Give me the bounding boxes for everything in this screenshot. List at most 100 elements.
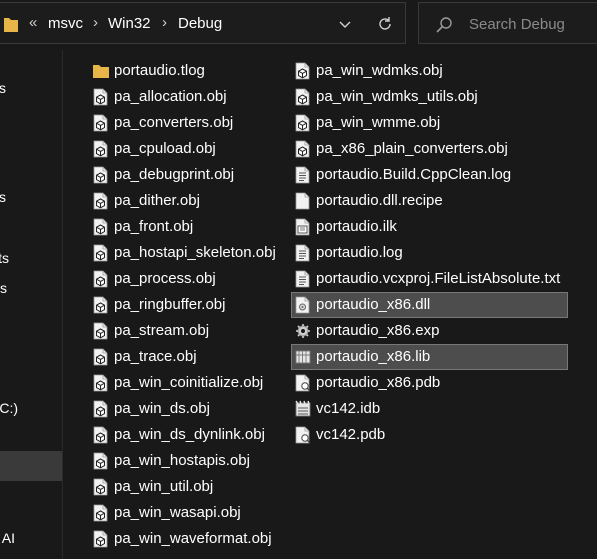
file-name: pa_win_util.obj — [114, 478, 214, 495]
file-item[interactable]: pa_x86_plain_converters.obj — [291, 136, 568, 162]
file-item[interactable]: portaudio_x86.lib — [291, 344, 568, 370]
overflow-chevron[interactable]: « — [29, 14, 37, 31]
file-name: pa_allocation.obj — [114, 88, 227, 105]
chevron-down-icon[interactable] — [332, 11, 358, 37]
folder-icon — [93, 62, 109, 80]
file-list: portaudio.tlog pa_allocation.obj pa_conver… — [63, 50, 597, 559]
file-item[interactable]: portaudio_x86.exp — [291, 318, 568, 344]
file-name: portaudio.dll.recipe — [316, 192, 443, 209]
file-name: vc142.pdb — [316, 426, 386, 443]
file-item[interactable]: pa_dither.obj — [89, 188, 285, 214]
search-box[interactable]: Search Debug — [418, 2, 597, 44]
file-item[interactable]: pa_ringbuffer.obj — [89, 292, 285, 318]
file-item[interactable]: pa_converters.obj — [89, 110, 285, 136]
breadcrumb-separator[interactable]: › — [162, 14, 167, 31]
text-file-icon — [295, 244, 311, 262]
file-name: pa_dither.obj — [114, 192, 200, 209]
obj-file-icon — [295, 114, 311, 132]
file-item[interactable]: portaudio.tlog — [89, 58, 285, 84]
pdb-file-icon — [295, 426, 311, 444]
ilk-file-icon — [295, 218, 311, 236]
obj-file-icon — [295, 88, 311, 106]
obj-file-icon — [93, 452, 109, 470]
file-item[interactable]: portaudio.vcxproj.FileListAbsolute.txt — [291, 266, 568, 292]
address-bar[interactable]: « msvc › Win32 › Debug — [0, 2, 406, 44]
file-item[interactable]: portaudio.dll.recipe — [291, 188, 568, 214]
file-item[interactable]: pa_win_waveformat.obj — [89, 526, 285, 552]
file-item[interactable]: portaudio.log — [291, 240, 568, 266]
refresh-icon[interactable] — [372, 11, 398, 37]
top-bar: « msvc › Win32 › Debug Search Debug — [0, 0, 597, 50]
obj-file-icon — [93, 504, 109, 522]
file-item[interactable]: pa_trace.obj — [89, 344, 285, 370]
file-item[interactable]: pa_front.obj — [89, 214, 285, 240]
file-item[interactable]: pa_allocation.obj — [89, 84, 285, 110]
file-name: pa_trace.obj — [114, 348, 197, 365]
breadcrumb-debug[interactable]: Debug — [178, 15, 222, 32]
breadcrumb-separator[interactable]: › — [93, 14, 98, 31]
text-file-icon — [295, 270, 311, 288]
nav-item[interactable]: AI — [0, 526, 62, 552]
text-file-icon — [295, 166, 311, 184]
breadcrumb-win32[interactable]: Win32 — [108, 15, 151, 32]
file-name: pa_win_waveformat.obj — [114, 530, 272, 547]
file-item[interactable]: pa_win_ds_dynlink.obj — [89, 422, 285, 448]
file-name: pa_debugprint.obj — [114, 166, 235, 183]
file-name: portaudio.vcxproj.FileListAbsolute.txt — [316, 270, 561, 287]
file-item[interactable]: vc142.idb — [291, 396, 568, 422]
obj-file-icon — [93, 400, 109, 418]
file-item[interactable]: pa_win_wmme.obj — [291, 110, 568, 136]
file-name: portaudio.tlog — [114, 62, 205, 79]
file-item[interactable]: pa_stream.obj — [89, 318, 285, 344]
file-item[interactable]: vc142.pdb — [291, 422, 568, 448]
file-name: pa_process.obj — [114, 270, 216, 287]
file-name: portaudio.Build.CppClean.log — [316, 166, 512, 183]
obj-file-icon — [93, 296, 109, 314]
obj-file-icon — [93, 374, 109, 392]
file-name: portaudio.log — [316, 244, 403, 261]
file-item[interactable]: portaudio_x86.dll — [291, 292, 568, 318]
file-item[interactable]: pa_win_wdmks.obj — [291, 58, 568, 84]
file-name: portaudio.ilk — [316, 218, 397, 235]
file-item[interactable]: pa_win_wdmks_utils.obj — [291, 84, 568, 110]
file-item[interactable]: pa_cpuload.obj — [89, 136, 285, 162]
nav-item[interactable]: ts — [0, 246, 62, 272]
file-name: pa_converters.obj — [114, 114, 234, 131]
obj-file-icon — [93, 322, 109, 340]
file-item[interactable]: pa_win_wasapi.obj — [89, 500, 285, 526]
idb-file-icon — [295, 400, 311, 418]
nav-item[interactable]: s — [0, 185, 62, 211]
file-name: pa_win_wdmks.obj — [316, 62, 443, 79]
nav-item[interactable]: s — [0, 276, 62, 302]
file-name: pa_win_wmme.obj — [316, 114, 441, 131]
file-name: portaudio_x86.exp — [316, 322, 440, 339]
nav-item-drive-c[interactable]: (C:) — [0, 396, 62, 422]
file-item[interactable]: pa_win_util.obj — [89, 474, 285, 500]
folder-icon — [4, 16, 18, 32]
file-item[interactable]: pa_win_hostapis.obj — [89, 448, 285, 474]
file-name: pa_win_ds.obj — [114, 400, 210, 417]
nav-item[interactable]: s — [0, 76, 62, 102]
breadcrumb-msvc[interactable]: msvc — [48, 15, 83, 32]
file-name: pa_win_hostapis.obj — [114, 452, 250, 469]
file-item[interactable]: pa_win_coinitialize.obj — [89, 370, 285, 396]
obj-file-icon — [93, 426, 109, 444]
file-item[interactable]: portaudio.Build.CppClean.log — [291, 162, 568, 188]
obj-file-icon — [93, 348, 109, 366]
file-name: pa_x86_plain_converters.obj — [316, 140, 508, 157]
file-name: pa_win_coinitialize.obj — [114, 374, 264, 391]
file-item[interactable]: pa_process.obj — [89, 266, 285, 292]
file-item[interactable]: portaudio_x86.pdb — [291, 370, 568, 396]
file-item[interactable]: portaudio.ilk — [291, 214, 568, 240]
file-item[interactable]: pa_hostapi_skeleton.obj — [89, 240, 285, 266]
file-name: pa_win_wdmks_utils.obj — [316, 88, 478, 105]
obj-file-icon — [93, 530, 109, 548]
file-name: pa_win_ds_dynlink.obj — [114, 426, 265, 443]
file-item[interactable]: pa_win_ds.obj — [89, 396, 285, 422]
file-item[interactable]: pa_debugprint.obj — [89, 162, 285, 188]
nav-selection-highlight[interactable] — [0, 451, 62, 481]
file-name: pa_hostapi_skeleton.obj — [114, 244, 276, 261]
search-placeholder[interactable]: Search Debug — [469, 16, 565, 33]
file-name: pa_win_wasapi.obj — [114, 504, 241, 521]
file-name: portaudio_x86.pdb — [316, 374, 441, 391]
